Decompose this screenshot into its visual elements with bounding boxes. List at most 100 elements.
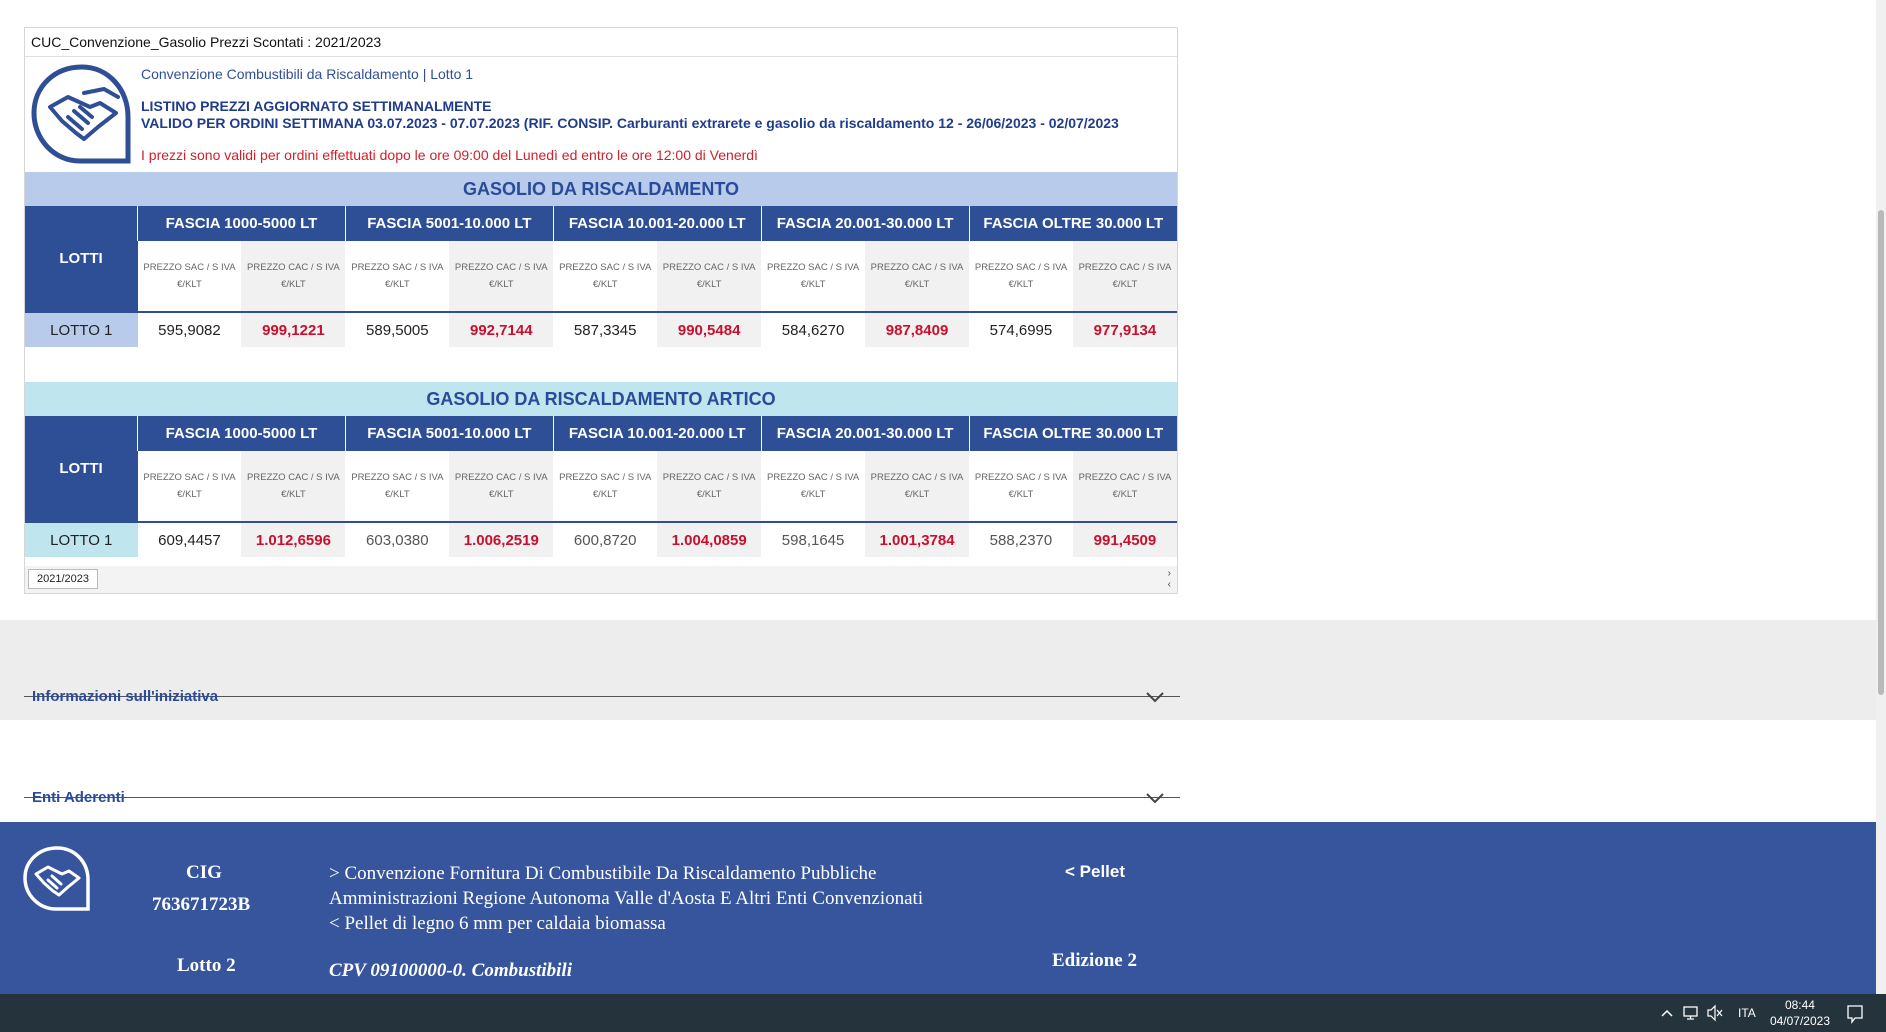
band-header: FASCIA 1000-5000 LT (137, 416, 346, 451)
page-scrollbar[interactable] (1876, 0, 1886, 994)
sac-subheader: PREZZO SAC / S IVA €/KLT (969, 451, 1073, 522)
chevron-up-icon[interactable] (1660, 994, 1674, 1032)
cac-price-cell: 1.004,0859 (657, 521, 762, 557)
cac-subheader: PREZZO CAC / S IVA €/KLT (865, 451, 969, 522)
report-frame: CUC_Convenzione_Gasolio Prezzi Scontati … (24, 27, 1178, 594)
unit-label: €/KLT (488, 489, 514, 500)
cig-label: CIG (186, 862, 222, 883)
cac-subheader: PREZZO CAC / S IVA €/KLT (241, 451, 346, 522)
cac-subheader: PREZZO CAC / S IVA €/KLT (449, 241, 554, 312)
volume-muted-icon[interactable] (1706, 994, 1724, 1032)
sac-subheader-label: PREZZO SAC / S IVA (351, 262, 444, 273)
sac-subheader: PREZZO SAC / S IVA €/KLT (345, 241, 450, 312)
chevron-down-icon[interactable] (1144, 787, 1166, 809)
cac-subheader: PREZZO CAC / S IVA €/KLT (865, 241, 969, 312)
unit-label: €/KLT (488, 279, 514, 290)
unit-label: €/KLT (696, 489, 722, 500)
band-header: FASCIA OLTRE 30.000 LT (968, 206, 1177, 241)
unit-label: €/KLT (904, 489, 930, 500)
band-header: FASCIA 1000-5000 LT (137, 206, 346, 241)
headline-line-2: VALIDO PER ORDINI SETTIMANA 03.07.2023 -… (141, 115, 1119, 131)
cac-subheader-label: PREZZO CAC / S IVA (1078, 262, 1172, 273)
unit-label: €/KLT (800, 279, 826, 290)
pellet-link[interactable]: < Pellet (1065, 862, 1125, 882)
network-icon[interactable] (1682, 994, 1700, 1032)
report-tab-bar: 2021/2023 › ‹ (25, 566, 1177, 593)
cac-price-cell: 977,9134 (1072, 311, 1177, 347)
clock[interactable]: 08:44 04/07/2023 (1770, 997, 1830, 1029)
band-header: FASCIA 5001-10.000 LT (344, 416, 554, 451)
accordion-enti-label: Enti Aderenti (32, 789, 125, 806)
edition-label: Edizione 2 (1052, 950, 1137, 971)
scrollbar-thumb[interactable] (1878, 210, 1884, 695)
sac-price-cell: 587,3345 (553, 311, 658, 347)
cac-subheader-label: PREZZO CAC / S IVA (454, 472, 548, 483)
sac-price-cell: 603,0380 (345, 521, 450, 557)
tab-scroll-arrows: › ‹ (1168, 568, 1171, 590)
sac-subheader-label: PREZZO SAC / S IVA (974, 262, 1068, 273)
chevron-down-icon[interactable] (1144, 686, 1166, 708)
scroll-right-icon[interactable]: › (1168, 568, 1171, 579)
cac-subheader-label: PREZZO CAC / S IVA (247, 472, 340, 483)
lot-cell: LOTTO 1 (25, 311, 138, 347)
sac-subheader-label: PREZZO SAC / S IVA (143, 262, 236, 273)
cac-subheader-label: PREZZO CAC / S IVA (662, 472, 756, 483)
unit-label: €/KLT (1112, 489, 1138, 500)
unit-label: €/KLT (385, 279, 410, 290)
unit-label: €/KLT (904, 279, 930, 290)
cac-subheader-label: PREZZO CAC / S IVA (870, 472, 964, 483)
description-line-2: Amministrazioni Regione Autonoma Valle d… (329, 888, 924, 909)
cpv-label: CPV 09100000-0. Combustibili (329, 960, 572, 981)
unit-label: €/KLT (1008, 489, 1034, 500)
table-title-standard: GASOLIO DA RISCALDAMENTO (25, 172, 1177, 206)
cac-price-cell: 992,7144 (449, 311, 554, 347)
table-row: LOTTO 1 595,9082 999,1221 589,5005 992,7… (25, 311, 1177, 347)
description-line-3[interactable]: < Pellet di legno 6 mm per caldaia bioma… (329, 911, 923, 936)
cac-price-cell: 990,5484 (657, 311, 762, 347)
band-header: FASCIA OLTRE 30.000 LT (968, 416, 1177, 451)
lotto-label: Lotto 2 (177, 955, 236, 976)
page-tab-2021-2023[interactable]: 2021/2023 (28, 569, 98, 589)
sac-price-cell: 588,2370 (969, 521, 1073, 557)
sac-subheader-label: PREZZO SAC / S IVA (559, 262, 652, 273)
band-header: FASCIA 20.001-30.000 LT (760, 206, 969, 241)
sac-subheader-label: PREZZO SAC / S IVA (351, 472, 444, 483)
band-header: FASCIA 10.001-20.000 LT (552, 206, 762, 241)
cig-value: 763671723B (152, 894, 251, 915)
cac-subheader-label: PREZZO CAC / S IVA (454, 262, 548, 273)
unit-label: €/KLT (177, 489, 202, 500)
cac-subheader: PREZZO CAC / S IVA €/KLT (1072, 241, 1177, 312)
validity-notice: I prezzi sono validi per ordini effettua… (141, 147, 758, 163)
scroll-left-icon[interactable]: ‹ (1168, 579, 1171, 590)
accordion-enti[interactable]: Enti Aderenti (24, 749, 1180, 806)
lotti-header: LOTTI (25, 206, 138, 312)
sac-subheader: PREZZO SAC / S IVA €/KLT (761, 451, 866, 522)
cac-subheader: PREZZO CAC / S IVA €/KLT (657, 451, 762, 522)
cac-subheader-label: PREZZO CAC / S IVA (662, 262, 756, 273)
unit-label: €/KLT (281, 279, 306, 290)
sac-subheader-label: PREZZO SAC / S IVA (559, 472, 652, 483)
sac-subheader: PREZZO SAC / S IVA €/KLT (969, 241, 1073, 312)
unit-label: €/KLT (696, 279, 722, 290)
table-row: LOTTO 1 609,4457 1.012,6596 603,0380 1.0… (25, 521, 1177, 557)
accordion-info-label: Informazioni sull'iniziativa (32, 688, 219, 705)
report-title: CUC_Convenzione_Gasolio Prezzi Scontati … (25, 28, 1177, 57)
unit-label: €/KLT (592, 279, 618, 290)
sac-subheader-label: PREZZO SAC / S IVA (766, 262, 860, 273)
report-subtitle: Convenzione Combustibili da Riscaldament… (141, 66, 474, 82)
sac-subheader-label: PREZZO SAC / S IVA (974, 472, 1068, 483)
cac-price-cell: 987,8409 (865, 311, 969, 347)
sac-subheader: PREZZO SAC / S IVA €/KLT (761, 241, 866, 312)
notifications-icon[interactable] (1846, 994, 1864, 1032)
handshake-logo-icon (23, 846, 90, 911)
sac-price-cell: 598,1645 (761, 521, 866, 557)
description-line-1[interactable]: > Convenzione Fornitura Di Combustibile … (329, 861, 923, 886)
language-indicator[interactable]: ITA (1738, 994, 1756, 1032)
sac-price-cell: 609,4457 (137, 521, 242, 557)
cac-price-cell: 991,4509 (1072, 521, 1177, 557)
sac-price-cell: 589,5005 (345, 311, 450, 347)
accordion-info[interactable]: Informazioni sull'iniziativa (24, 648, 1180, 705)
unit-label: €/KLT (800, 489, 826, 500)
sac-price-cell: 595,9082 (137, 311, 242, 347)
price-table-standard: LOTTI FASCIA 1000-5000 LT FASCIA 5001-10… (25, 206, 1177, 347)
